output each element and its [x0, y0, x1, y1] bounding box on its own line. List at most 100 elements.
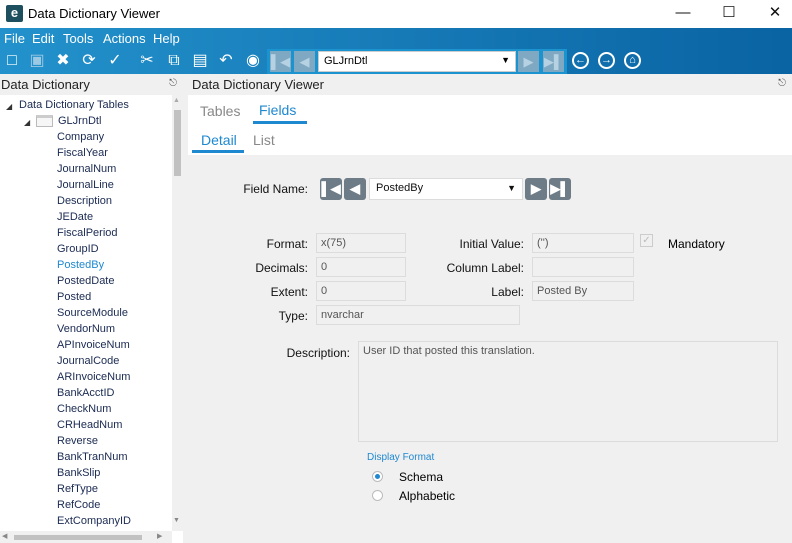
- maximize-button[interactable]: ☐: [706, 0, 752, 28]
- tree-field-item[interactable]: Posted: [57, 291, 91, 303]
- field-name-value: PostedBy: [376, 182, 424, 194]
- clear-icon[interactable]: ✓: [105, 51, 125, 71]
- back-icon[interactable]: ←: [572, 52, 589, 69]
- tree-field-item[interactable]: ARInvoiceNum: [57, 371, 130, 383]
- tree-view: ◢ Data Dictionary Tables ◢ GLJrnDtl Comp…: [0, 95, 183, 543]
- decimals-label: Decimals:: [255, 261, 308, 275]
- tree-field-item[interactable]: BankAcctID: [57, 387, 114, 399]
- tree-field-item[interactable]: BankTranNum: [57, 451, 128, 463]
- window-title: Data Dictionary Viewer: [28, 6, 160, 21]
- mandatory-checkbox[interactable]: ✓: [640, 234, 653, 247]
- previous-icon[interactable]: ◀: [294, 51, 315, 72]
- expand-icon[interactable]: ◢: [6, 102, 12, 111]
- schema-label: Schema: [399, 470, 444, 484]
- tree-field-item[interactable]: BankSlip: [57, 467, 100, 479]
- scrollbar-thumb[interactable]: [174, 110, 181, 176]
- tree-field-item[interactable]: RefType: [57, 483, 98, 495]
- tree-field-item[interactable]: FiscalPeriod: [57, 227, 118, 239]
- expand-icon[interactable]: ◢: [24, 118, 30, 127]
- description-field[interactable]: User ID that posted this translation.: [358, 341, 778, 442]
- last-icon[interactable]: ▶▌: [543, 51, 564, 72]
- tree-field-item[interactable]: JournalCode: [57, 355, 119, 367]
- pin-icon[interactable]: ⎋: [169, 78, 177, 89]
- subtab-detail[interactable]: Detail: [201, 132, 237, 148]
- tree-field-item[interactable]: ExtCompanyID: [57, 515, 131, 527]
- subtab-list[interactable]: List: [253, 132, 275, 148]
- initial-value-field[interactable]: (''): [532, 233, 634, 253]
- scroll-up-icon[interactable]: ▲: [173, 97, 180, 104]
- decimals-field[interactable]: 0: [316, 257, 406, 277]
- chevron-down-icon: ▼: [507, 183, 516, 193]
- app-logo: e: [6, 5, 23, 22]
- refresh-icon[interactable]: ⟳: [79, 51, 99, 71]
- tree-field-item[interactable]: Description: [57, 195, 112, 207]
- tree-field-item[interactable]: CRHeadNum: [57, 419, 122, 431]
- extent-field[interactable]: 0: [316, 281, 406, 301]
- menu-actions[interactable]: Actions: [103, 31, 146, 46]
- table-combo[interactable]: GLJrnDtl ▼: [318, 51, 516, 72]
- search-binoculars-icon[interactable]: ◉: [243, 51, 263, 71]
- new-icon[interactable]: □: [2, 51, 22, 71]
- right-panel-title: Data Dictionary Viewer: [192, 77, 324, 92]
- alphabetic-radio[interactable]: [372, 490, 383, 501]
- scrollbar-thumb[interactable]: [14, 535, 142, 540]
- tree-field-item[interactable]: APInvoiceNum: [57, 339, 130, 351]
- last-field-button[interactable]: ▶▌: [549, 178, 571, 200]
- tree-field-item[interactable]: JournalNum: [57, 163, 116, 175]
- tree-field-item[interactable]: FiscalYear: [57, 147, 108, 159]
- table-icon: [36, 115, 53, 127]
- tree-field-item[interactable]: VendorNum: [57, 323, 115, 335]
- undo-icon[interactable]: ↶: [216, 51, 236, 71]
- tree-root[interactable]: Data Dictionary Tables: [19, 99, 129, 111]
- paste-icon[interactable]: ▤: [190, 51, 210, 71]
- scroll-down-icon[interactable]: ▼: [173, 517, 180, 524]
- subtab-underline: [192, 150, 244, 153]
- tree-field-item[interactable]: PostedBy: [57, 259, 104, 271]
- pin-icon[interactable]: ⎋: [778, 78, 786, 89]
- label-field[interactable]: Posted By: [532, 281, 634, 301]
- tree-field-item[interactable]: GroupID: [57, 243, 99, 255]
- tab-fields[interactable]: Fields: [259, 102, 296, 118]
- right-panel-header: Data Dictionary Viewer ⎋: [188, 74, 792, 95]
- tree-field-item[interactable]: JournalLine: [57, 179, 114, 191]
- scroll-right-icon[interactable]: ▶: [157, 532, 162, 540]
- tree-field-item[interactable]: JEDate: [57, 211, 93, 223]
- menu-help[interactable]: Help: [153, 31, 180, 46]
- type-field[interactable]: nvarchar: [316, 305, 520, 325]
- tree-field-item[interactable]: PostedDate: [57, 275, 114, 287]
- menu-file[interactable]: File: [4, 31, 25, 46]
- format-field[interactable]: x(75): [316, 233, 406, 253]
- tree-field-item[interactable]: Reverse: [57, 435, 98, 447]
- cut-icon[interactable]: ✂: [137, 51, 157, 71]
- first-icon[interactable]: ▌◀: [270, 51, 291, 72]
- left-panel-header: Data Dictionary ⎋: [0, 74, 183, 95]
- tree-table[interactable]: GLJrnDtl: [58, 115, 101, 127]
- tab-tables[interactable]: Tables: [200, 103, 240, 119]
- home-icon[interactable]: ⌂: [624, 52, 641, 69]
- field-name-combo[interactable]: PostedBy ▼: [369, 178, 523, 200]
- next-icon[interactable]: ▶: [518, 51, 539, 72]
- alphabetic-label: Alphabetic: [399, 489, 456, 503]
- tab-underline: [253, 121, 307, 124]
- tree-field-item[interactable]: CheckNum: [57, 403, 111, 415]
- menu-edit[interactable]: Edit: [32, 31, 54, 46]
- description-label: Description:: [286, 346, 350, 360]
- scroll-left-icon[interactable]: ◀: [2, 532, 7, 540]
- copy-icon[interactable]: ⧉: [164, 51, 184, 71]
- previous-field-button[interactable]: ◀: [344, 178, 366, 200]
- first-field-button[interactable]: ▌◀: [320, 178, 342, 200]
- tree-field-item[interactable]: Company: [57, 131, 104, 143]
- field-name-label: Field Name:: [243, 182, 308, 196]
- forward-icon[interactable]: →: [598, 52, 615, 69]
- close-button[interactable]: ✕: [752, 0, 792, 28]
- mandatory-label: Mandatory: [668, 237, 725, 251]
- next-field-button[interactable]: ▶: [525, 178, 547, 200]
- schema-radio[interactable]: [372, 471, 383, 482]
- delete-icon[interactable]: ✖: [53, 51, 73, 71]
- save-icon[interactable]: ▣: [27, 51, 47, 71]
- tree-field-item[interactable]: RefCode: [57, 499, 100, 511]
- menu-tools[interactable]: Tools: [63, 31, 93, 46]
- column-label-field[interactable]: [532, 257, 634, 277]
- minimize-button[interactable]: —: [660, 0, 706, 28]
- tree-field-item[interactable]: SourceModule: [57, 307, 128, 319]
